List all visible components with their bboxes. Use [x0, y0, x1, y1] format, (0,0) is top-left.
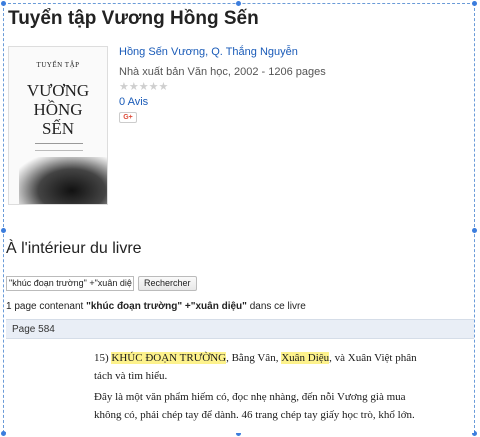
result-prefix: 1 page contenant	[6, 301, 87, 312]
cover-hand-image	[19, 157, 107, 204]
search-input[interactable]: "khúc đoạn trường" +"xuân diệ	[6, 276, 134, 291]
resize-handle-top[interactable]	[236, 1, 241, 6]
snippet-line-3: Đây là một văn phẩm hiếm có, đọc nhẹ nhà…	[94, 391, 406, 403]
snippet-line-1: 15) KHÚC ĐOẠN TRƯỜNG, Bằng Vân, Xuân Diệ…	[94, 352, 417, 364]
resize-handle-top-right[interactable]	[472, 1, 477, 6]
book-cover[interactable]: TUYỂN TẬP VƯƠNG HỒNG SẾN	[8, 46, 108, 205]
publisher-info: Nhà xuất bản Văn học, 2002 - 1206 pages	[119, 66, 326, 78]
resize-handle-top-left[interactable]	[1, 1, 6, 6]
search-result-summary: 1 page contenant "khúc đoạn trường" +"xu…	[6, 301, 306, 312]
cover-title-line1: VƯƠNG	[26, 81, 90, 100]
resize-handle-right[interactable]	[472, 228, 477, 233]
resize-handle-left[interactable]	[1, 228, 6, 233]
cover-subtitle-rule	[35, 143, 83, 151]
snippet-line-4: không có, phải chép tay để dành. 46 tran…	[94, 409, 415, 421]
snippet-end: , và Xuân Việt phân	[329, 352, 417, 364]
result-query: "khúc đoạn trường" +"xuân diệu"	[86, 301, 247, 312]
snippet-line-2: tách và tìm hiểu.	[94, 370, 168, 382]
page-result-bar[interactable]: Page 584	[6, 319, 474, 339]
reviews-link[interactable]: 0 Avis	[119, 96, 148, 108]
snippet-num: 15)	[94, 352, 112, 364]
inside-book-heading: À l'intérieur du livre	[6, 240, 142, 257]
cover-title-line2: HỒNG	[33, 100, 83, 119]
search-button[interactable]: Rechercher	[138, 276, 197, 291]
authors-link[interactable]: Hồng Sến Vương, Q. Thắng Nguyễn	[119, 46, 298, 58]
rating-stars: ★★★★★	[119, 81, 169, 93]
highlight-khuc-doan-truong: KHÚC ĐOẠN TRƯỜNG	[111, 352, 227, 364]
google-plus-button[interactable]: G+	[119, 112, 137, 123]
result-suffix: dans ce livre	[246, 301, 306, 312]
highlight-xuan-dieu: Xuân Diệu	[281, 352, 330, 364]
page-number-link[interactable]: Page 584	[12, 324, 55, 335]
page-snippet[interactable]: 15) KHÚC ĐOẠN TRƯỜNG, Bằng Vân, Xuân Diệ…	[6, 339, 474, 433]
cover-series-text: TUYỂN TẬP	[36, 61, 80, 69]
book-title: Tuyển tập Vương Hồng Sến	[8, 8, 259, 29]
cover-title-line3: SẾN	[41, 119, 75, 138]
snippet-mid: , Bằng Vân,	[226, 352, 282, 364]
